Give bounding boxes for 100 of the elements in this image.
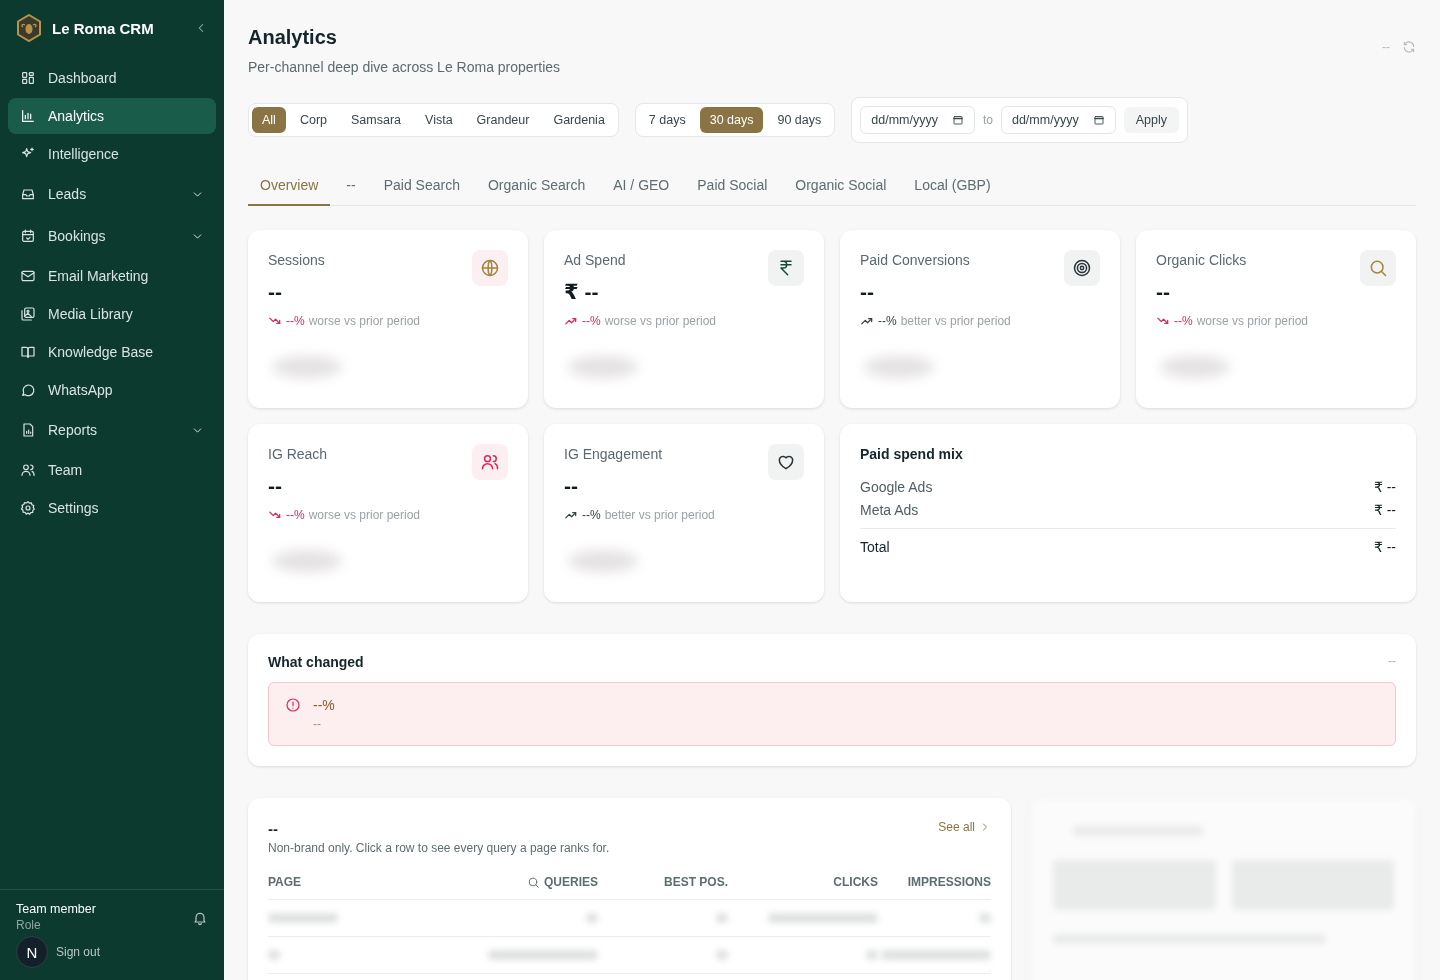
brand-name: Le Roma CRM <box>52 19 155 37</box>
card-status: -- <box>1388 654 1396 670</box>
comparison-note: better vs prior period <box>900 314 1011 328</box>
book-icon <box>20 344 36 360</box>
column-header: QUERIES <box>458 875 598 889</box>
metric-label: Paid Conversions <box>860 252 970 268</box>
bar-chart-icon <box>20 108 36 124</box>
card-title: What changed <box>268 654 364 670</box>
channel-tab[interactable]: Overview <box>248 169 331 206</box>
users-icon <box>480 452 500 472</box>
property-option[interactable]: Vista <box>415 107 463 133</box>
delta: --% <box>286 508 305 522</box>
alert-icon <box>285 697 301 713</box>
delta: --% <box>878 314 897 328</box>
card-title: Paid spend mix <box>860 446 964 462</box>
total-label: Total <box>860 539 890 555</box>
channel-name: Google Ads <box>860 479 933 495</box>
range-option[interactable]: 90 days <box>767 107 832 133</box>
user-name: Team member <box>16 902 97 916</box>
logo-icon <box>16 14 42 42</box>
card-title: -- <box>268 820 278 837</box>
see-all-link[interactable]: See all <box>938 820 991 834</box>
channel-tab[interactable]: Organic Social <box>783 169 899 206</box>
users-icon <box>20 462 36 478</box>
column-header: PAGE <box>268 875 303 889</box>
report-icon <box>20 422 36 438</box>
metric-value: -- <box>564 474 579 498</box>
metric-label: Sessions <box>268 252 325 268</box>
channel-tab[interactable]: -- <box>334 169 368 206</box>
metric-value: -- <box>1156 280 1171 304</box>
target-icon <box>1072 258 1092 278</box>
calendar-icon <box>20 228 36 244</box>
channel-tab[interactable]: AI / GEO <box>601 169 682 206</box>
to-label: to <box>982 113 993 127</box>
notifications-button[interactable] <box>192 910 208 926</box>
nav-item[interactable]: Settings <box>8 490 216 526</box>
metric-label: IG Engagement <box>564 446 663 462</box>
channel-tab[interactable]: Paid Search <box>371 169 472 206</box>
channel-tab[interactable]: Paid Social <box>685 169 780 206</box>
metric-label: Ad Spend <box>564 252 626 268</box>
end-date-field[interactable]: dd/mm/yyyy <box>1000 106 1116 134</box>
channel-tab[interactable]: Local (GBP) <box>902 169 1003 206</box>
bell-icon <box>192 910 208 926</box>
spend-value: ₹ -- <box>1373 502 1396 518</box>
nav-item[interactable]: Email Marketing <box>8 258 216 294</box>
nav-item[interactable]: Media Library <box>8 296 216 332</box>
range-option[interactable]: 30 days <box>699 107 764 133</box>
inbox-icon <box>20 186 36 202</box>
globe-icon <box>480 258 500 278</box>
metric-label: Organic Clicks <box>1156 252 1247 268</box>
column-header: BEST POS. <box>663 875 728 889</box>
start-date-field[interactable]: dd/mm/yyyy <box>860 106 975 134</box>
channel-tab[interactable]: Organic Search <box>475 169 598 206</box>
nav-item[interactable]: Analytics <box>8 98 216 134</box>
property-option[interactable]: All <box>252 107 286 133</box>
apply-button[interactable]: Apply <box>1123 107 1179 133</box>
image-icon <box>20 306 36 322</box>
property-option[interactable]: Corp <box>289 107 337 133</box>
nav-item[interactable]: Dashboard <box>8 60 216 96</box>
delta: --% <box>286 314 305 328</box>
delta: --% <box>582 314 601 328</box>
property-option[interactable]: Samsara <box>341 107 412 133</box>
metric-value: -- <box>268 474 283 498</box>
sync-status: -- <box>1382 40 1390 54</box>
metric-value: -- <box>860 280 875 304</box>
page-subtitle: Per-channel deep dive across Le Roma properties <box>248 59 561 75</box>
property-option[interactable]: Grandeur <box>466 107 540 133</box>
grid-icon <box>20 70 36 86</box>
alert-detail: -- <box>313 717 322 731</box>
metric-value: ₹ -- <box>564 280 600 304</box>
property-option[interactable]: Gardenia <box>543 107 615 133</box>
total-value: ₹ -- <box>1373 539 1396 555</box>
comparison-note: better vs prior period <box>604 508 715 522</box>
comparison-note: worse vs prior period <box>308 508 421 522</box>
search-icon <box>1368 258 1388 278</box>
delta: --% <box>582 508 601 522</box>
delta: --% <box>1174 314 1193 328</box>
nav-item[interactable]: Knowledge Base <box>8 334 216 370</box>
comparison-note: worse vs prior period <box>308 314 421 328</box>
comparison-note: worse vs prior period <box>604 314 717 328</box>
range-option[interactable]: 7 days <box>638 107 696 133</box>
avatar[interactable]: N <box>16 936 48 968</box>
nav-item[interactable]: Team <box>8 452 216 488</box>
metric-label: IG Reach <box>268 446 328 462</box>
nav-item[interactable]: Leads <box>8 174 216 214</box>
settings-icon <box>20 500 36 516</box>
alert-headline: --% <box>313 697 335 713</box>
nav-item[interactable]: Bookings <box>8 216 216 256</box>
blurred-cell <box>268 913 338 923</box>
search-icon <box>527 875 540 889</box>
channel-name: Meta Ads <box>860 502 919 518</box>
chat-bubble-icon <box>20 382 36 398</box>
nav-item[interactable]: Intelligence <box>8 136 216 172</box>
sign-out-link[interactable]: Sign out <box>56 945 101 959</box>
nav-item[interactable]: Reports <box>8 410 216 450</box>
column-header: IMPRESSIONS <box>906 875 991 889</box>
nav-item[interactable]: WhatsApp <box>8 372 216 408</box>
page-title: Analytics <box>248 26 338 49</box>
calendar-icon <box>1092 114 1105 126</box>
mail-icon <box>20 268 36 284</box>
